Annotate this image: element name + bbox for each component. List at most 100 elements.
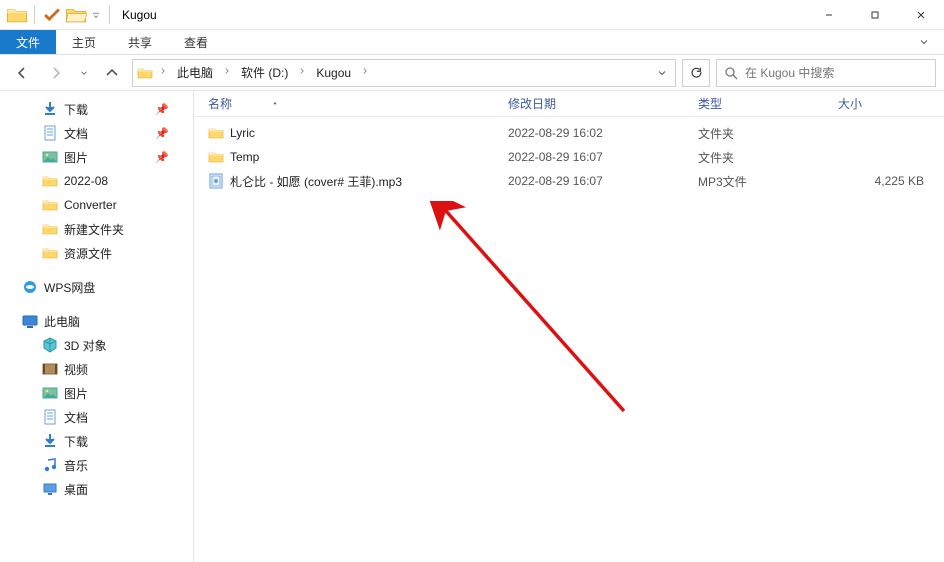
file-name: Lyric xyxy=(230,126,255,140)
file-row[interactable]: Temp 2022-08-29 16:07 文件夹 xyxy=(194,145,944,169)
maximize-button[interactable] xyxy=(852,0,898,30)
file-row[interactable]: 札仑比 - 如愿 (cover# 王菲).mp3 2022-08-29 16:0… xyxy=(194,169,944,193)
breadcrumb-folder[interactable]: Kugou xyxy=(312,64,355,82)
column-header-size[interactable]: 大小 xyxy=(824,95,944,112)
pin-icon: 📌 xyxy=(155,151,169,164)
column-header-date[interactable]: 修改日期 xyxy=(494,95,684,112)
chevron-right-icon[interactable] xyxy=(221,66,233,79)
nav-this-pc-item[interactable]: 下载 xyxy=(0,429,193,453)
tab-label: 查看 xyxy=(184,34,208,51)
nav-quick-access-item[interactable]: 新建文件夹 xyxy=(0,217,193,241)
folder-icon xyxy=(42,197,58,213)
breadcrumb-label: Kugou xyxy=(316,66,351,80)
navigation-pane: 下载📌文档📌图片📌2022-08Converter新建文件夹资源文件 WPS网盘… xyxy=(0,91,194,562)
address-dropdown-button[interactable] xyxy=(653,67,671,79)
nav-this-pc-item[interactable]: 音乐 xyxy=(0,453,193,477)
desktop-icon xyxy=(42,481,58,497)
nav-quick-access-item[interactable]: Converter xyxy=(0,193,193,217)
open-folder-icon[interactable] xyxy=(65,4,87,26)
folder-icon[interactable] xyxy=(6,4,28,26)
nav-label: 2022-08 xyxy=(64,174,108,188)
file-type: 文件夹 xyxy=(684,125,824,142)
nav-wps[interactable]: WPS网盘 xyxy=(0,275,193,299)
properties-icon[interactable] xyxy=(41,4,63,26)
column-header-name[interactable]: 名称 xyxy=(194,95,494,112)
nav-quick-access-item[interactable]: 图片📌 xyxy=(0,145,193,169)
sort-asc-icon xyxy=(270,97,280,111)
breadcrumb-drive[interactable]: 软件 (D:) xyxy=(237,62,292,83)
monitor-icon xyxy=(22,313,38,329)
nav-label: 视频 xyxy=(64,361,88,378)
tab-view[interactable]: 查看 xyxy=(168,30,224,54)
chevron-right-icon[interactable] xyxy=(359,66,371,79)
nav-this-pc-item[interactable]: 桌面 xyxy=(0,477,193,501)
location-folder-icon xyxy=(137,65,153,81)
search-box[interactable] xyxy=(716,59,936,87)
file-row[interactable]: Lyric 2022-08-29 16:02 文件夹 xyxy=(194,121,944,145)
search-icon xyxy=(723,65,739,81)
breadcrumb-label: 此电脑 xyxy=(177,64,213,81)
nav-this-pc-item[interactable]: 视频 xyxy=(0,357,193,381)
nav-quick-access-item[interactable]: 2022-08 xyxy=(0,169,193,193)
annotation-arrow xyxy=(394,201,654,431)
folder-icon xyxy=(208,149,224,165)
nav-quick-access-item[interactable]: 资源文件 xyxy=(0,241,193,265)
forward-button[interactable] xyxy=(42,59,70,87)
nav-quick-access-item[interactable]: 文档📌 xyxy=(0,121,193,145)
chevron-right-icon[interactable] xyxy=(157,66,169,79)
tab-share[interactable]: 共享 xyxy=(112,30,168,54)
column-label: 名称 xyxy=(208,95,232,112)
qat-dropdown-icon[interactable] xyxy=(89,4,103,26)
separator xyxy=(34,6,35,24)
nav-label: 下载 xyxy=(64,433,88,450)
nav-label: 文档 xyxy=(64,409,88,426)
chevron-right-icon[interactable] xyxy=(296,66,308,79)
nav-label: 图片 xyxy=(64,385,88,402)
picture-icon xyxy=(42,385,58,401)
tab-file[interactable]: 文件 xyxy=(0,30,56,54)
search-input[interactable] xyxy=(745,66,929,80)
address-bar[interactable]: 此电脑 软件 (D:) Kugou xyxy=(132,59,676,87)
nav-this-pc[interactable]: 此电脑 xyxy=(0,309,193,333)
content-pane: 名称 修改日期 类型 大小 Lyric 2022-08-29 16:02 文件夹… xyxy=(194,91,944,562)
file-list: Lyric 2022-08-29 16:02 文件夹 Temp 2022-08-… xyxy=(194,117,944,193)
tab-label: 文件 xyxy=(16,34,40,51)
window-controls xyxy=(806,0,944,30)
file-name: 札仑比 - 如愿 (cover# 王菲).mp3 xyxy=(230,173,402,190)
nav-label: Converter xyxy=(64,198,117,212)
back-button[interactable] xyxy=(8,59,36,87)
recent-locations-button[interactable] xyxy=(76,59,92,87)
file-date: 2022-08-29 16:02 xyxy=(494,126,684,140)
ribbon-expand-button[interactable] xyxy=(904,30,944,54)
column-label: 大小 xyxy=(838,97,862,111)
download-icon xyxy=(42,433,58,449)
address-bar-row: 此电脑 软件 (D:) Kugou xyxy=(0,55,944,91)
minimize-button[interactable] xyxy=(806,0,852,30)
file-type: 文件夹 xyxy=(684,149,824,166)
folder-icon xyxy=(42,173,58,189)
folder-icon xyxy=(42,221,58,237)
nav-label: 3D 对象 xyxy=(64,337,107,354)
tab-label: 共享 xyxy=(128,34,152,51)
document-icon xyxy=(42,409,58,425)
wps-icon xyxy=(22,279,38,295)
column-header-type[interactable]: 类型 xyxy=(684,95,824,112)
refresh-button[interactable] xyxy=(682,59,710,87)
quick-access-toolbar: Kugou xyxy=(0,4,157,26)
column-label: 类型 xyxy=(698,97,722,111)
nav-this-pc-item[interactable]: 图片 xyxy=(0,381,193,405)
nav-this-pc-item[interactable]: 文档 xyxy=(0,405,193,429)
tab-home[interactable]: 主页 xyxy=(56,30,112,54)
close-button[interactable] xyxy=(898,0,944,30)
document-icon xyxy=(42,125,58,141)
up-button[interactable] xyxy=(98,59,126,87)
separator xyxy=(109,6,110,24)
nav-label: 桌面 xyxy=(64,481,88,498)
picture-icon xyxy=(42,149,58,165)
nav-this-pc-item[interactable]: 3D 对象 xyxy=(0,333,193,357)
tab-label: 主页 xyxy=(72,34,96,51)
pin-icon: 📌 xyxy=(155,127,169,140)
nav-quick-access-item[interactable]: 下载📌 xyxy=(0,97,193,121)
nav-label: 下载 xyxy=(64,101,88,118)
breadcrumb-this-pc[interactable]: 此电脑 xyxy=(173,62,217,83)
